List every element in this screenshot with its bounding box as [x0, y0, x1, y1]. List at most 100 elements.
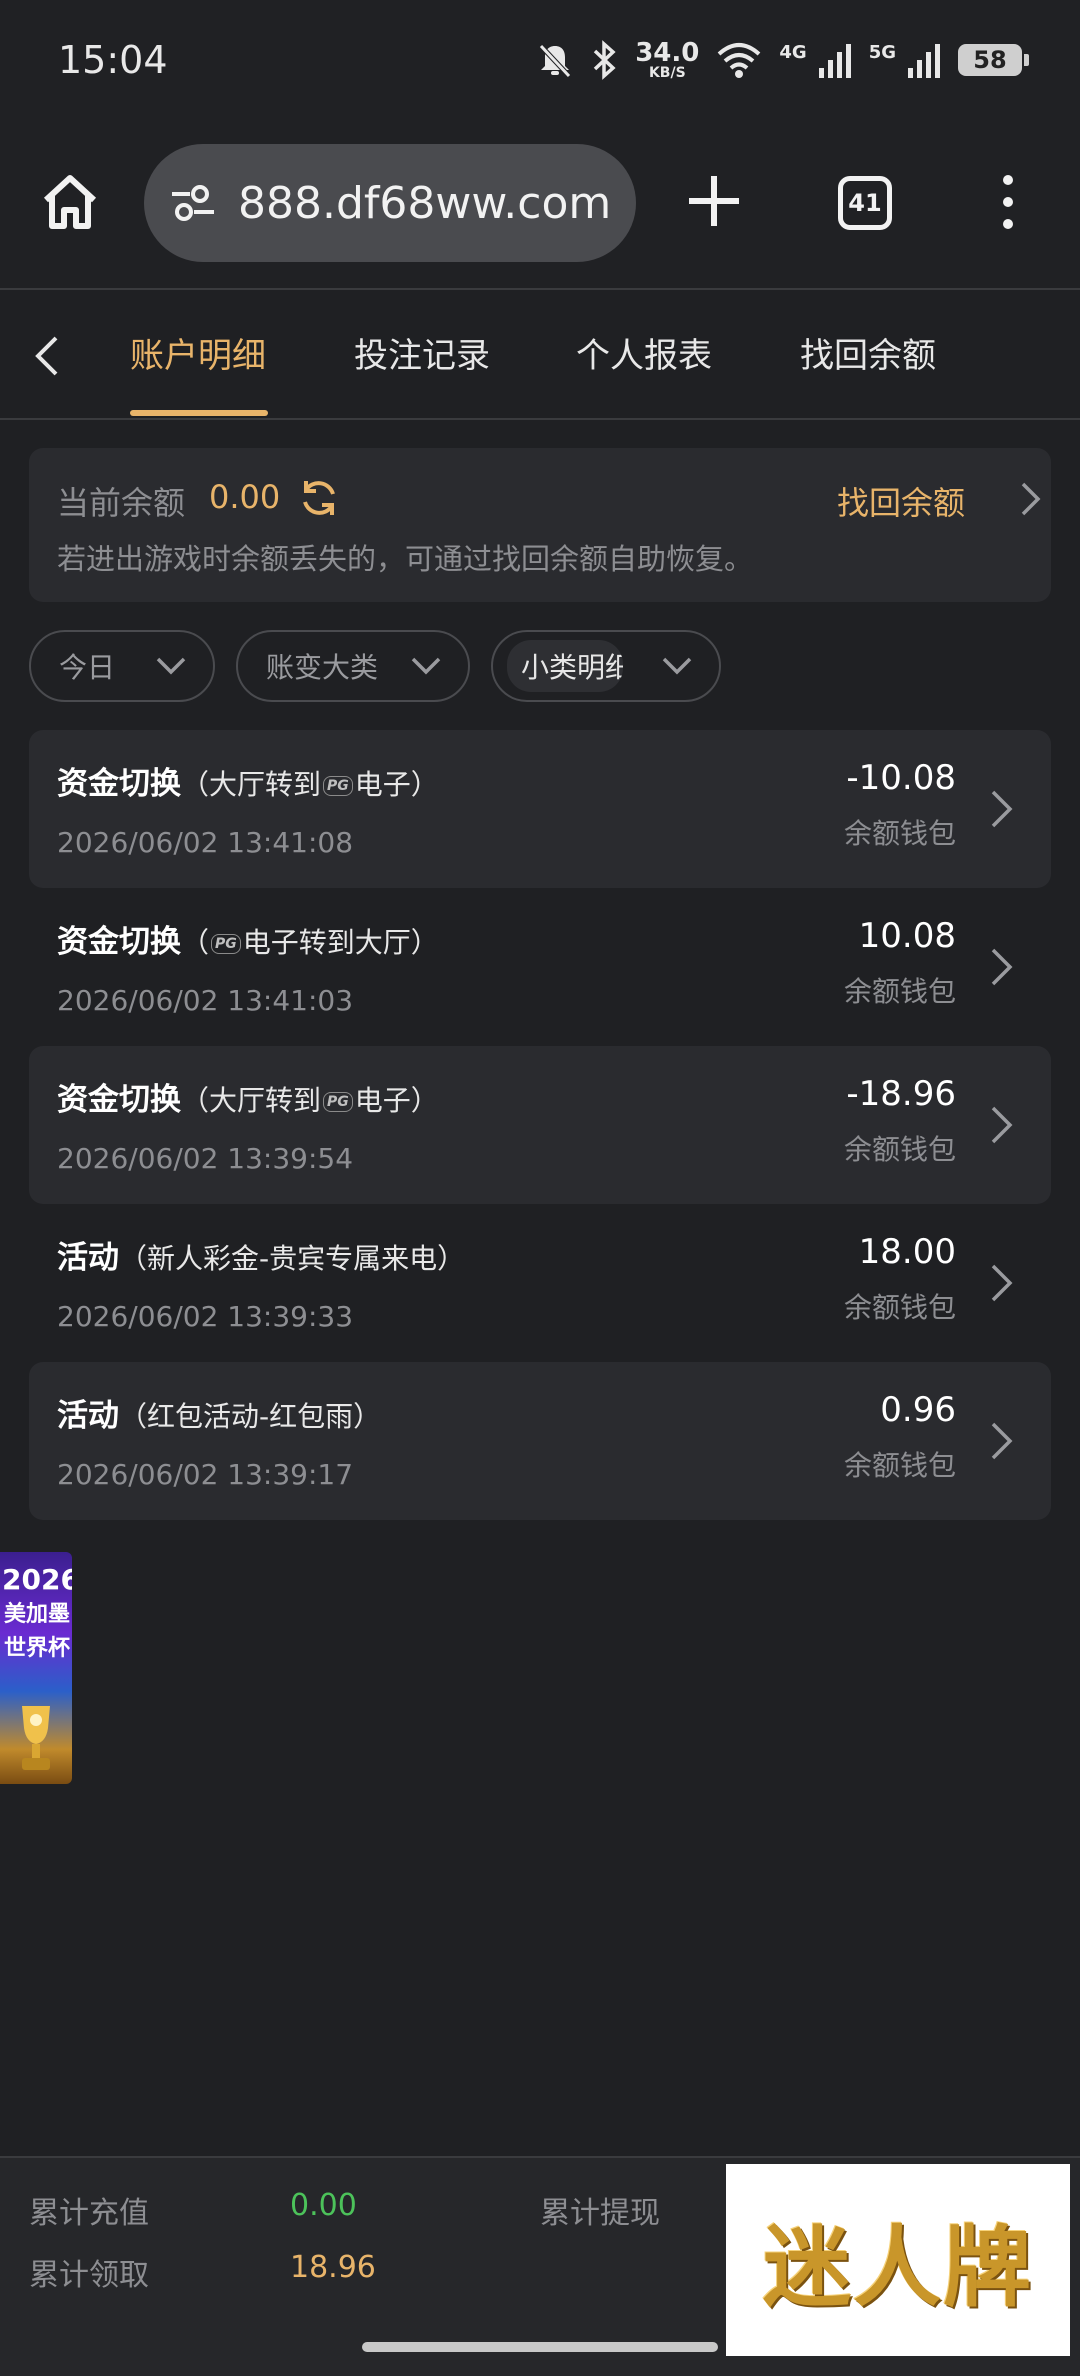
transaction-title: 资金切换（大厅转到 PG 电子）	[57, 1074, 439, 1119]
transaction-time: 2026/06/02 13:41:08	[57, 826, 354, 859]
status-time: 15:04	[58, 38, 168, 82]
transaction-detail: （	[181, 926, 210, 959]
transaction-row[interactable]: 活动（红包活动-红包雨） 2026/06/02 13:39:17 0.96 余额钱包	[29, 1362, 1051, 1520]
home-icon[interactable]	[38, 170, 102, 234]
transaction-type: 活动	[57, 1240, 119, 1276]
chevron-right-icon[interactable]	[989, 1262, 1015, 1304]
world-cup-banner[interactable]: 2026 美加墨 世界杯	[0, 1552, 72, 1784]
transaction-type: 资金切换	[57, 766, 181, 802]
cell-signal-icon	[818, 44, 851, 78]
transaction-title: 活动（红包活动-红包雨）	[57, 1390, 381, 1435]
tab-recover-balance[interactable]: 找回余额	[800, 328, 936, 377]
transaction-detail: （大厅转到	[181, 1084, 322, 1117]
signal-label-5g: 5G	[868, 42, 896, 63]
address-bar[interactable]: 888.df68ww.com	[144, 144, 636, 262]
transaction-wallet: 余额钱包	[843, 1133, 956, 1166]
chevron-right-icon[interactable]	[989, 788, 1015, 830]
transaction-amount: 10.08	[858, 916, 956, 956]
balance-label: 当前余额	[57, 484, 186, 522]
transaction-amount: -10.08	[846, 758, 956, 798]
pg-logo-icon: PG	[323, 1091, 353, 1112]
ad-banner[interactable]: 迷人牌	[726, 2164, 1070, 2356]
bluetooth-icon	[594, 40, 616, 80]
transaction-row[interactable]: 资金切换（ PG 电子转到大厅） 2026/06/02 13:41:03 10.08 余额…	[29, 888, 1051, 1046]
transaction-time: 2026/06/02 13:39:54	[57, 1142, 354, 1175]
signal-label-4g: 4G	[779, 42, 807, 63]
transaction-type: 资金切换	[57, 1082, 181, 1118]
recover-balance-link[interactable]: 找回余额	[837, 478, 965, 524]
banner-line-1: 2026	[2, 1563, 72, 1596]
transaction-detail-suffix: 电子）	[354, 768, 439, 801]
more-menu-icon[interactable]	[994, 172, 1022, 232]
category-filter-label: 账变大类	[266, 651, 379, 684]
refresh-icon[interactable]	[297, 476, 341, 520]
category-filter[interactable]: 账变大类	[236, 630, 470, 702]
claim-total-value: 18.96	[290, 2250, 376, 2285]
subcategory-filter[interactable]: 小类明细	[491, 630, 721, 702]
transaction-time: 2026/06/02 13:39:33	[57, 1300, 354, 1333]
subcategory-filter-label: 小类明细	[507, 640, 623, 692]
date-filter[interactable]: 今日	[29, 630, 215, 702]
banner-line-3: 世界杯	[3, 1636, 70, 1661]
app-page: 15:04 34.0 KB/S 4G 5G 58 888.df68ww.com …	[0, 0, 1080, 2376]
transaction-wallet: 余额钱包	[843, 975, 956, 1008]
chevron-down-icon	[156, 657, 186, 675]
battery-level: 58	[973, 46, 1007, 74]
transaction-detail-suffix: 电子）	[354, 1084, 439, 1117]
date-filter-label: 今日	[59, 651, 116, 684]
balance-card: 当前余额 0.00 找回余额 若进出游戏时余额丢失的，可通过找回余额自助恢复。	[29, 448, 1051, 602]
site-settings-icon[interactable]	[168, 178, 218, 228]
transaction-title: 资金切换（大厅转到 PG 电子）	[57, 758, 439, 803]
new-tab-icon[interactable]	[685, 172, 743, 230]
balance-hint: 若进出游戏时余额丢失的，可通过找回余额自助恢复。	[57, 542, 754, 576]
status-bar: 15:04 34.0 KB/S 4G 5G 58	[0, 0, 1080, 120]
mute-bell-icon	[539, 44, 572, 78]
tab-bet-records[interactable]: 投注记录	[354, 328, 490, 377]
tab-personal-report[interactable]: 个人报表	[576, 328, 712, 377]
chevron-right-icon[interactable]	[989, 1104, 1015, 1146]
transaction-row[interactable]: 资金切换（大厅转到 PG 电子） 2026/06/02 13:39:54 -18.96 余…	[29, 1046, 1051, 1204]
back-chevron-icon[interactable]	[28, 332, 68, 380]
chevron-down-icon	[662, 657, 692, 675]
transaction-time: 2026/06/02 13:41:03	[57, 984, 354, 1017]
transaction-row[interactable]: 活动（新人彩金-贵宾专属来电） 2026/06/02 13:39:33 18.00 余…	[29, 1204, 1051, 1362]
transaction-detail: （新人彩金-贵宾专属来电）	[119, 1242, 466, 1275]
recharge-total-label: 累计充值	[29, 2196, 149, 2231]
transaction-time: 2026/06/02 13:39:17	[57, 1458, 354, 1491]
withdraw-total-label: 累计提现	[540, 2196, 660, 2231]
pg-logo-icon: PG	[211, 933, 241, 954]
transaction-amount: -18.96	[846, 1074, 956, 1114]
trophy-icon	[22, 1706, 50, 1770]
tab-switcher-button[interactable]: 41	[838, 176, 892, 230]
banner-line-2: 美加墨	[3, 1602, 70, 1627]
transaction-amount: 0.96	[880, 1390, 956, 1430]
home-indicator[interactable]	[362, 2342, 718, 2352]
cell-signal-icon-2	[908, 44, 940, 78]
transaction-title: 资金切换（ PG 电子转到大厅）	[57, 916, 439, 961]
wifi-icon	[718, 43, 761, 78]
recharge-total-value: 0.00	[290, 2188, 357, 2223]
ad-text: 迷人牌	[762, 2214, 1033, 2319]
transaction-detail: （大厅转到	[181, 768, 322, 801]
browser-toolbar: 888.df68ww.com 41	[0, 120, 1080, 290]
chevron-right-icon[interactable]	[1019, 480, 1043, 518]
transaction-wallet: 余额钱包	[843, 1449, 956, 1482]
transaction-title: 活动（新人彩金-贵宾专属来电）	[57, 1232, 465, 1277]
battery-icon: 58	[958, 44, 1029, 76]
transaction-type: 活动	[57, 1398, 119, 1434]
transaction-row[interactable]: 资金切换（大厅转到 PG 电子） 2026/06/02 13:41:08 -10.08 余…	[29, 730, 1051, 888]
transaction-type: 资金切换	[57, 924, 181, 960]
claim-total-label: 累计领取	[29, 2258, 149, 2293]
tabs-nav: 账户明细 投注记录 个人报表 找回余额	[0, 292, 1080, 420]
tab-account-detail[interactable]: 账户明细	[130, 328, 266, 377]
status-icons: 34.0 KB/S 4G 5G 58	[535, 38, 1029, 81]
balance-value: 0.00	[209, 478, 281, 516]
pg-logo-icon: PG	[323, 775, 353, 796]
chevron-right-icon[interactable]	[989, 1420, 1015, 1462]
url-text[interactable]: 888.df68ww.com	[238, 178, 611, 229]
transaction-detail: （红包活动-红包雨）	[119, 1400, 382, 1433]
network-speed: 34.0 KB/S	[635, 38, 700, 81]
chevron-right-icon[interactable]	[989, 946, 1015, 988]
transaction-amount: 18.00	[858, 1232, 956, 1272]
transaction-wallet: 余额钱包	[843, 817, 956, 850]
